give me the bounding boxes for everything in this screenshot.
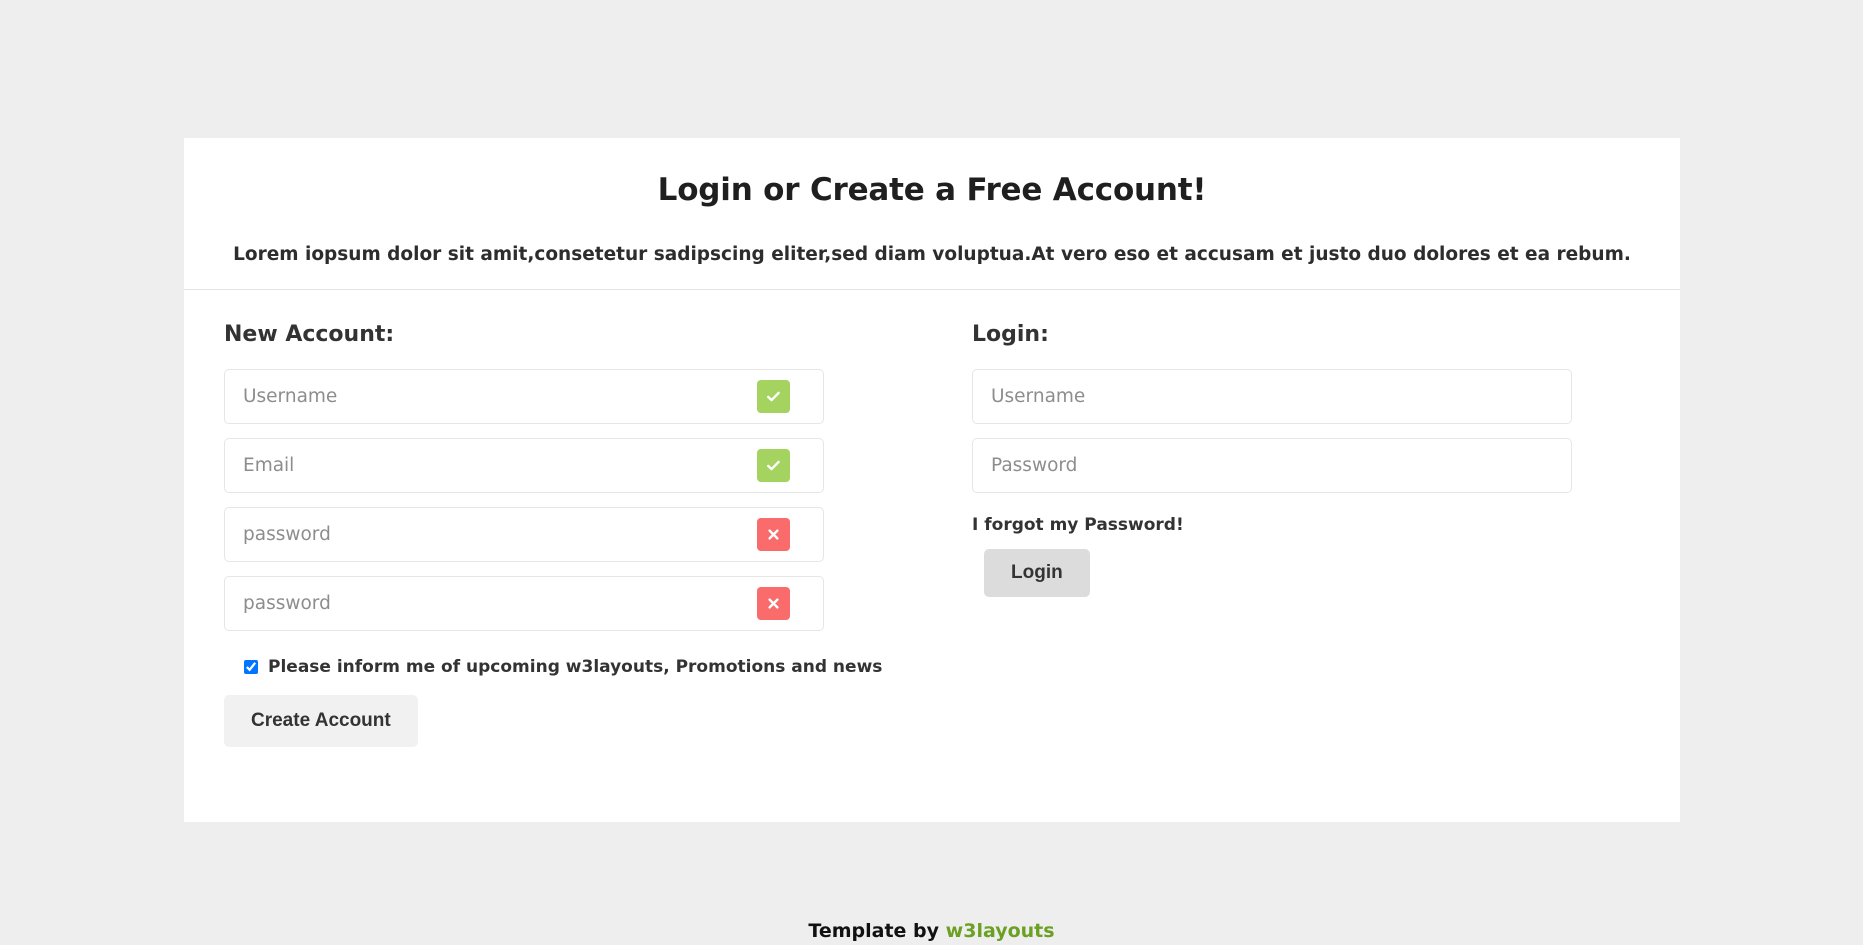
check-icon [757,380,790,413]
new-account-heading: New Account: [224,322,395,347]
login-password-input[interactable] [972,438,1572,493]
confirm-password-field-group [224,576,892,631]
cross-icon [757,587,790,620]
new-account-username-input[interactable] [224,369,824,424]
check-icon [757,449,790,482]
new-account-email-input[interactable] [224,438,824,493]
login-username-input[interactable] [972,369,1572,424]
newsletter-label: Please inform me of upcoming w3layouts, … [268,657,883,677]
new-account-column: New Account: Username Email password pas… [184,290,932,747]
login-password-field-group [972,438,1640,493]
newsletter-row: Please inform me of upcoming w3layouts, … [224,645,892,695]
forms-container: New Account: Username Email password pas… [184,290,1680,747]
username-field-group [224,369,892,424]
login-column: Login: I forgot my Password! Login [932,290,1680,747]
email-field-group [224,438,892,493]
auth-card: Login or Create a Free Account! Lorem io… [184,138,1680,822]
login-username-field-group [972,369,1640,424]
page-root: Login or Create a Free Account! Lorem io… [0,0,1863,945]
page-title: Login or Create a Free Account! [657,172,1207,208]
forgot-password-link[interactable]: I forgot my Password! [972,507,1640,549]
password-field-group [224,507,892,562]
footer: Template by w3layouts [0,920,1863,942]
footer-prefix: Template by [808,920,946,942]
page-subtitle: Lorem iopsum dolor sit amit,consetetur s… [233,244,1631,266]
footer-brand-link[interactable]: w3layouts [946,920,1055,942]
cross-icon [757,518,790,551]
newsletter-checkbox[interactable] [244,660,258,674]
login-heading: Login: [972,322,1049,347]
card-header: Login or Create a Free Account! Lorem io… [184,138,1680,267]
new-account-confirm-password-input[interactable] [224,576,824,631]
create-account-button[interactable]: Create Account [224,695,418,747]
login-button[interactable]: Login [984,549,1090,597]
new-account-password-input[interactable] [224,507,824,562]
